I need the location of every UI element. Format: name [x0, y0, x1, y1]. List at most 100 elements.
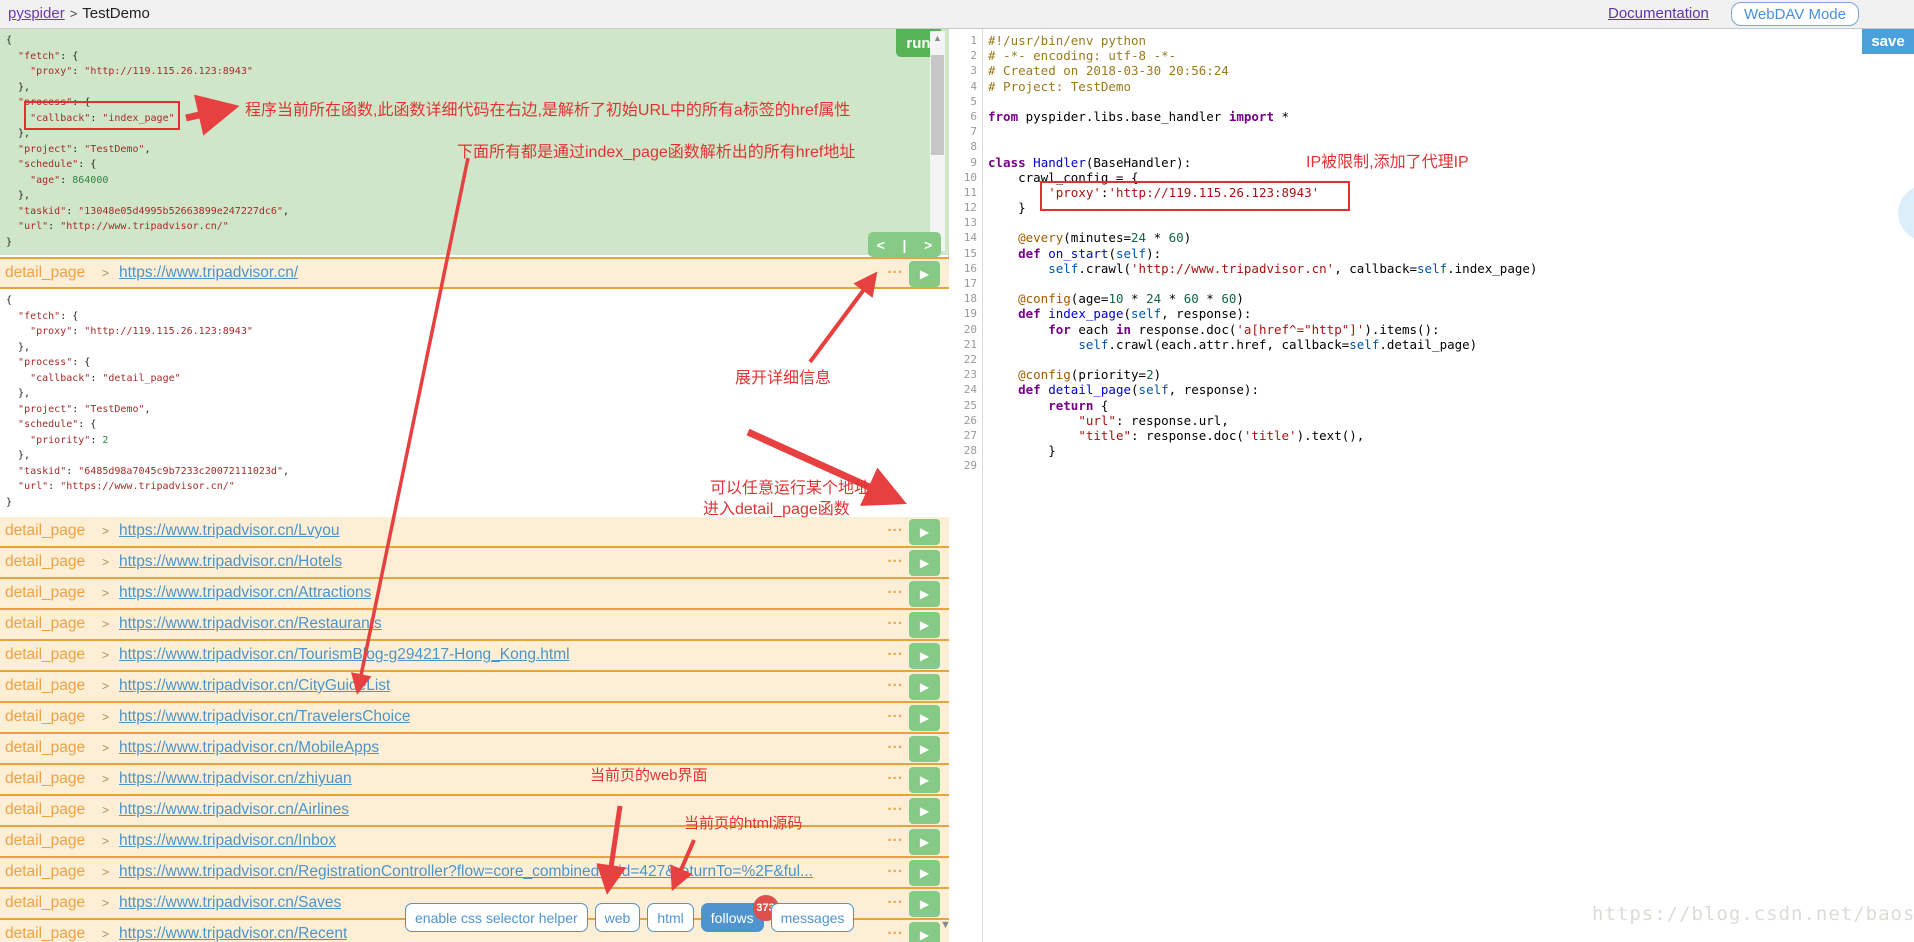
- task-url-link[interactable]: https://www.tripadvisor.cn/Recent: [119, 925, 347, 942]
- task-url-link[interactable]: https://www.tripadvisor.cn/Airlines: [119, 801, 349, 819]
- follow-task-row[interactable]: detail_page>https://www.tripadvisor.cn/I…: [0, 827, 949, 858]
- callback-label: detail_page: [5, 708, 85, 726]
- run-task-play-button[interactable]: ▶: [909, 261, 940, 287]
- messages-button[interactable]: messages: [771, 903, 855, 932]
- run-task-play-button[interactable]: ▶: [909, 674, 940, 700]
- task-detail-ellipsis-button[interactable]: ...: [887, 580, 903, 597]
- top-bar: pyspider>TestDemo Documentation WebDAV M…: [0, 0, 1914, 29]
- line-number: 13: [950, 215, 982, 230]
- scroll-down-arrow-icon[interactable]: ▼: [940, 919, 951, 931]
- task-json-scrollbar[interactable]: ▲: [930, 31, 945, 251]
- run-task-play-button[interactable]: ▶: [909, 519, 940, 545]
- run-task-play-button[interactable]: ▶: [909, 736, 940, 762]
- run-task-play-button[interactable]: ▶: [909, 705, 940, 731]
- follow-task-row[interactable]: detail_page>https://www.tripadvisor.cn/C…: [0, 672, 949, 703]
- task-detail-ellipsis-button[interactable]: ...: [887, 642, 903, 659]
- code-line-28: }: [988, 443, 1537, 458]
- pager-next-icon[interactable]: >: [924, 237, 932, 253]
- task-detail-ellipsis-button[interactable]: ...: [887, 260, 903, 277]
- line-number: 9: [950, 155, 982, 170]
- save-button[interactable]: save: [1862, 29, 1914, 54]
- follow-task-row[interactable]: detail_page>https://www.tripadvisor.cn/R…: [0, 610, 949, 641]
- run-task-play-button[interactable]: ▶: [909, 767, 940, 793]
- scroll-up-arrow-icon[interactable]: ▲: [930, 31, 945, 45]
- code-text[interactable]: #!/usr/bin/env python# -*- encoding: utf…: [988, 29, 1537, 473]
- breadcrumb-project-name: TestDemo: [82, 5, 150, 22]
- task-detail-ellipsis-button[interactable]: ...: [887, 921, 903, 938]
- task-detail-ellipsis-button[interactable]: ...: [887, 890, 903, 907]
- scrollbar-thumb[interactable]: [931, 55, 944, 155]
- follow-task-row[interactable]: detail_page>https://www.tripadvisor.cn/T…: [0, 703, 949, 734]
- code-line-29: [988, 458, 1537, 473]
- follow-task-row[interactable]: detail_page>https://www.tripadvisor.cn/L…: [0, 517, 949, 548]
- follow-task-row-expanded[interactable]: detail_page > https://www.tripadvisor.cn…: [0, 257, 949, 289]
- task-detail-ellipsis-button[interactable]: ...: [887, 766, 903, 783]
- task-json-line-14: }: [6, 235, 949, 251]
- task-url-link[interactable]: https://www.tripadvisor.cn/zhiyuan: [119, 770, 352, 788]
- task-detail-ellipsis-button[interactable]: ...: [887, 735, 903, 752]
- task-url-link[interactable]: https://www.tripadvisor.cn/: [119, 264, 298, 282]
- run-task-play-button[interactable]: ▶: [909, 891, 940, 917]
- task-url-link[interactable]: https://www.tripadvisor.cn/TravelersChoi…: [119, 708, 410, 726]
- task-url-link[interactable]: https://www.tripadvisor.cn/TourismBlog-g…: [119, 646, 570, 664]
- task-url-link[interactable]: https://www.tripadvisor.cn/Restaurants: [119, 615, 382, 633]
- run-task-play-button[interactable]: ▶: [909, 550, 940, 576]
- row-separator: >: [102, 772, 109, 786]
- task-detail-ellipsis-button[interactable]: ...: [887, 797, 903, 814]
- task-url-link[interactable]: https://www.tripadvisor.cn/Inbox: [119, 832, 336, 850]
- breadcrumb-separator: >: [65, 6, 83, 21]
- line-number: 26: [950, 413, 982, 428]
- watermark-text: https://blog.csdn.net/baoshuowl: [1592, 903, 1914, 925]
- run-task-play-button[interactable]: ▶: [909, 581, 940, 607]
- run-task-play-button[interactable]: ▶: [909, 829, 940, 855]
- follow-task-row[interactable]: detail_page>https://www.tripadvisor.cn/A…: [0, 796, 949, 827]
- code-line-24: def detail_page(self, response):: [988, 382, 1537, 397]
- task-pager[interactable]: < | >: [868, 232, 941, 257]
- task-url-link[interactable]: https://www.tripadvisor.cn/Attractions: [119, 584, 371, 602]
- task-detail-ellipsis-button[interactable]: ...: [887, 518, 903, 535]
- webdav-mode-button[interactable]: WebDAV Mode: [1731, 2, 1859, 26]
- web-button[interactable]: web: [595, 903, 641, 932]
- documentation-link[interactable]: Documentation: [1608, 5, 1709, 22]
- task-url-link[interactable]: https://www.tripadvisor.cn/RegistrationC…: [119, 863, 813, 881]
- debug-footer-toolbar: enable css selector helperwebhtml follows…: [405, 903, 861, 932]
- follow-task-row[interactable]: detail_page>https://www.tripadvisor.cn/M…: [0, 734, 949, 765]
- task-detail-ellipsis-button[interactable]: ...: [887, 611, 903, 628]
- code-line-16: self.crawl('http://www.tripadvisor.cn', …: [988, 261, 1537, 276]
- expanded-json-line-8: "project": "TestDemo",: [6, 402, 949, 418]
- breadcrumb-pyspider-link[interactable]: pyspider: [8, 5, 65, 22]
- html-button[interactable]: html: [647, 903, 693, 932]
- task-url-link[interactable]: https://www.tripadvisor.cn/MobileApps: [119, 739, 379, 757]
- task-detail-ellipsis-button[interactable]: ...: [887, 549, 903, 566]
- run-task-play-button[interactable]: ▶: [909, 798, 940, 824]
- annotation-web-note: 当前页的web界面: [590, 764, 708, 785]
- follow-task-row[interactable]: detail_page>https://www.tripadvisor.cn/R…: [0, 858, 949, 889]
- task-detail-ellipsis-button[interactable]: ...: [887, 673, 903, 690]
- enable-css-selector-helper-button[interactable]: enable css selector helper: [405, 903, 588, 932]
- follow-task-row[interactable]: detail_page>https://www.tripadvisor.cn/A…: [0, 579, 949, 610]
- line-number: 12: [950, 200, 982, 215]
- follow-task-row[interactable]: detail_page>https://www.tripadvisor.cn/T…: [0, 641, 949, 672]
- run-task-play-button[interactable]: ▶: [909, 860, 940, 886]
- follow-task-row[interactable]: detail_page > https://www.tripadvisor.cn/z…: [0, 765, 949, 796]
- pager-prev-icon[interactable]: <: [877, 237, 885, 253]
- run-task-play-button[interactable]: ▶: [909, 922, 940, 942]
- run-task-play-button[interactable]: ▶: [909, 643, 940, 669]
- task-detail-ellipsis-button[interactable]: ...: [887, 859, 903, 876]
- task-url-link[interactable]: https://www.tripadvisor.cn/Saves: [119, 894, 341, 912]
- callback-label: detail_page: [5, 522, 85, 540]
- code-line-22: [988, 352, 1537, 367]
- task-url-link[interactable]: https://www.tripadvisor.cn/Hotels: [119, 553, 342, 571]
- task-detail-ellipsis-button[interactable]: ...: [887, 704, 903, 721]
- line-number: 28: [950, 443, 982, 458]
- task-detail-ellipsis-button[interactable]: ...: [887, 828, 903, 845]
- follow-task-row[interactable]: detail_page>https://www.tripadvisor.cn/H…: [0, 548, 949, 579]
- task-url-link[interactable]: https://www.tripadvisor.cn/CityGuideList: [119, 677, 390, 695]
- follows-button[interactable]: follows373: [701, 903, 764, 932]
- task-url-link[interactable]: https://www.tripadvisor.cn/Lvyou: [119, 522, 340, 540]
- line-number: 15: [950, 246, 982, 261]
- callback-label: detail_page: [5, 770, 85, 788]
- callback-label: detail_page: [5, 615, 85, 633]
- run-task-play-button[interactable]: ▶: [909, 612, 940, 638]
- code-line-7: [988, 124, 1537, 139]
